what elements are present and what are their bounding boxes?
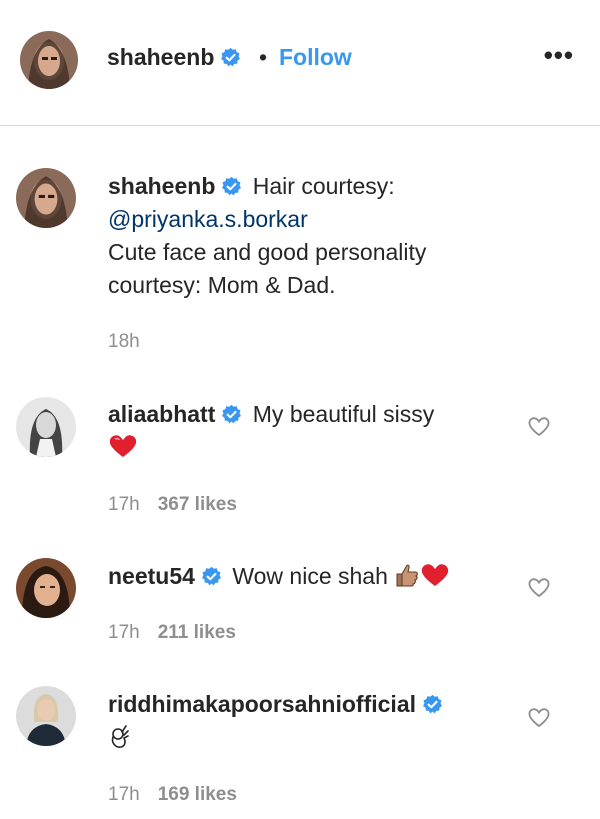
caption-line-2: Cute face and good personality [108,239,427,265]
comment-time[interactable]: 17h [108,622,140,643]
caption-time[interactable]: 18h [108,331,140,352]
header-username[interactable]: shaheenb [107,44,241,71]
comment-meta: 17h 367 likes [108,494,237,516]
verified-badge-icon [423,694,442,714]
avatar-image [20,31,78,89]
comment-text: aliaabhatt My beautiful sissy [108,398,508,464]
thumbs-up-icon [396,564,419,587]
comment-username[interactable]: neetu54 [108,563,195,589]
verified-badge-icon [221,47,241,67]
avatar-image [16,168,76,228]
comment-username[interactable]: aliaabhatt [108,401,215,427]
verified-badge-icon [201,566,221,586]
comment-meta: 17h 211 likes [108,622,236,644]
comment-body: My beautiful sissy [252,401,435,427]
comment-likes[interactable]: 367 likes [158,494,237,515]
comment-text: riddhimakapoorsahniofficial [108,688,508,754]
more-options-icon[interactable]: ••• [544,40,574,71]
comment-time[interactable]: 17h [108,494,140,515]
verified-badge-icon [222,176,242,196]
header-username-text[interactable]: shaheenb [107,44,214,70]
avatar-image [16,686,76,746]
red-heart-icon [422,564,449,586]
avatar[interactable] [16,168,76,228]
comment-item: aliaabhatt My beautiful sissy 17h 367 lik… [0,385,600,525]
avatar-image [16,397,76,457]
caption-username[interactable]: shaheenb [108,173,215,199]
comment-meta: 17h 169 likes [108,784,237,806]
avatar-image [16,558,76,618]
comment-text: neetu54 Wow nice shah [108,560,508,593]
comment-likes[interactable]: 169 likes [158,784,237,805]
like-heart-icon[interactable] [527,576,551,598]
caption-line-1: Hair courtesy: [252,173,395,199]
comment-username[interactable]: riddhimakapoorsahniofficial [108,691,416,717]
avatar[interactable] [16,558,76,618]
post-header: shaheenb • Follow ••• [0,0,600,126]
caption-mention-link[interactable]: @priyanka.s.borkar [108,206,308,232]
avatar[interactable] [16,397,76,457]
separator-dot: • [259,44,268,70]
comment-body: Wow nice shah [232,563,388,589]
comment-time[interactable]: 17h [108,784,140,805]
comment-item: riddhimakapoorsahniofficial 17h 169 likes [0,678,600,819]
verified-badge-icon [222,404,242,424]
like-heart-icon[interactable] [527,706,551,728]
follow-button[interactable]: Follow [279,44,352,71]
avatar[interactable] [16,686,76,746]
comment-item: neetu54 Wow nice shah 17h 211 likes [0,548,600,658]
like-heart-icon[interactable] [527,415,551,437]
ok-hand-icon [111,725,129,748]
caption-text: shaheenb Hair courtesy: @priyanka.s.bork… [108,170,508,302]
avatar[interactable] [20,31,78,89]
comment-likes[interactable]: 211 likes [158,622,236,643]
red-heart-icon [109,435,137,457]
caption-line-3: courtesy: Mom & Dad. [108,272,336,298]
caption-meta: 18h [108,331,140,353]
caption: shaheenb Hair courtesy: @priyanka.s.bork… [0,160,600,360]
